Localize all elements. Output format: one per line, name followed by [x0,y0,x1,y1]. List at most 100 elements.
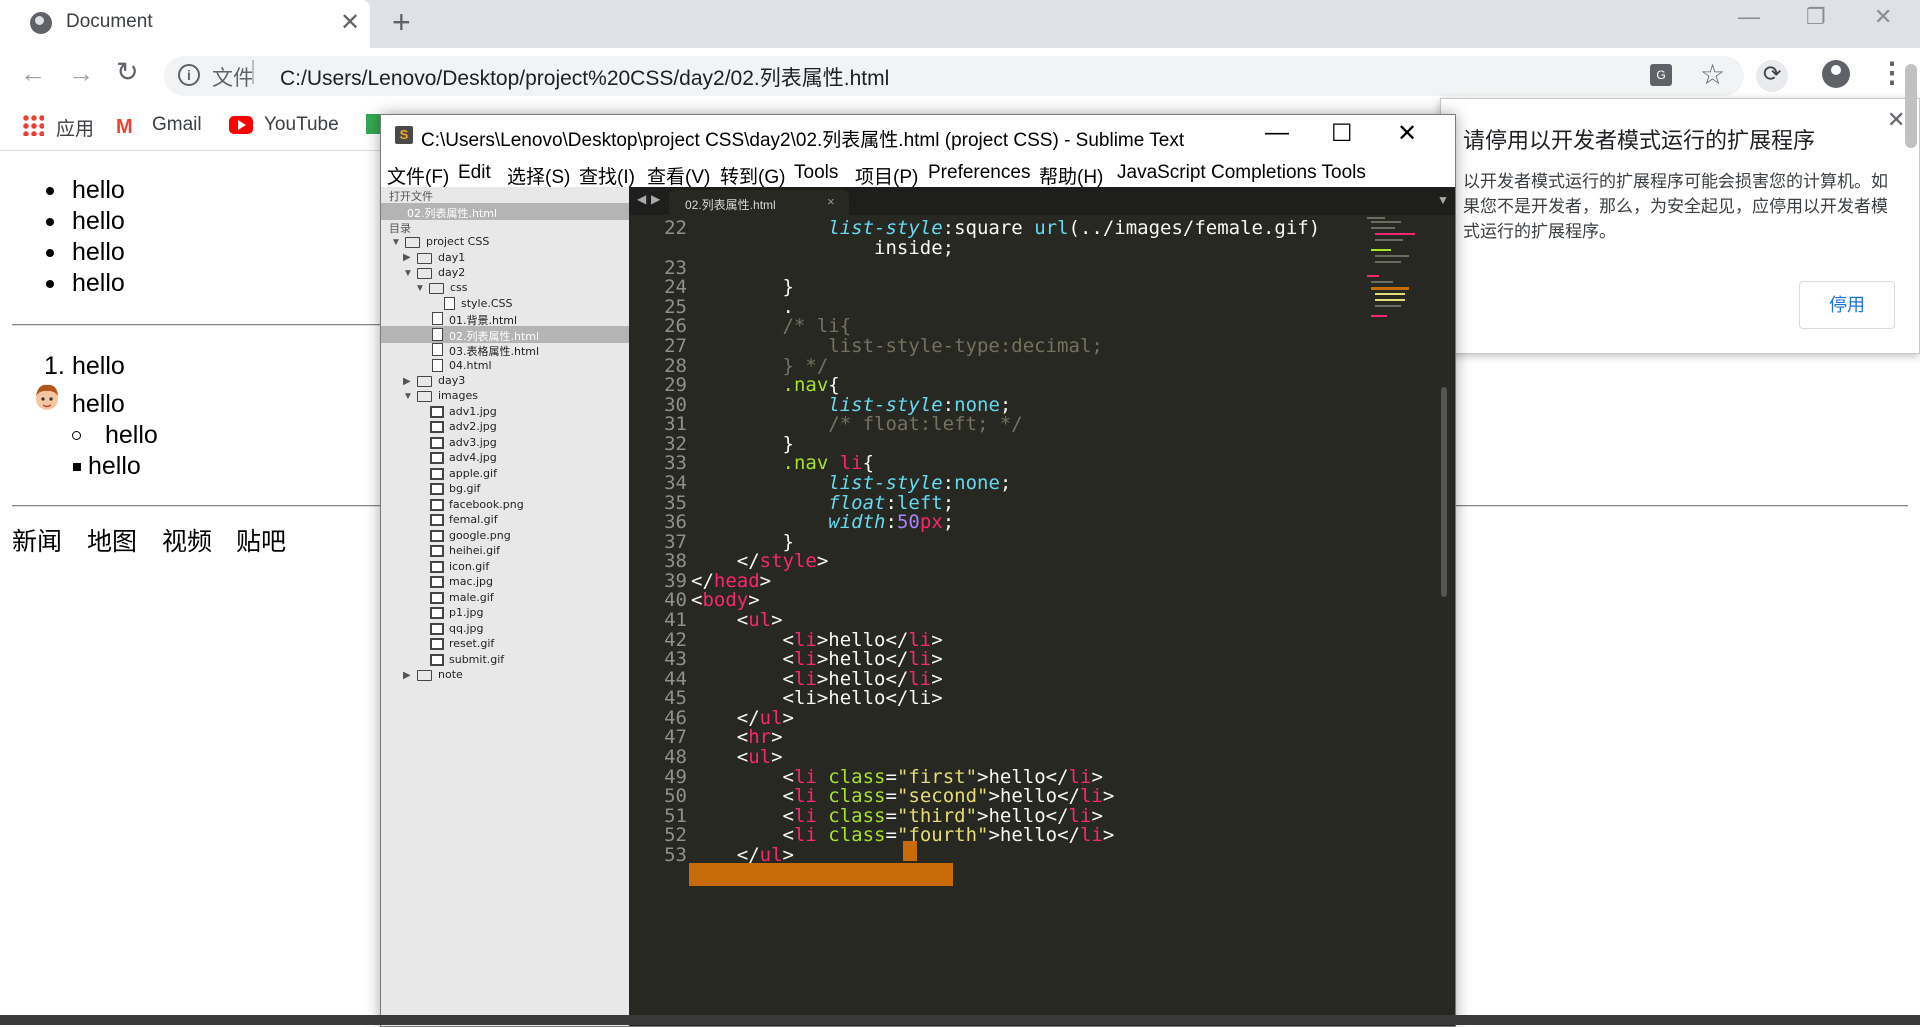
minimize-button[interactable]: — [1738,4,1760,30]
close-window-button[interactable]: ✕ [1874,4,1892,30]
folder-day1[interactable]: day1 [438,251,465,264]
image-file-item[interactable]: submit.gif [449,653,504,666]
menu-goto[interactable]: 转到(G) [720,162,785,189]
menu-find[interactable]: 查找(I) [579,162,635,189]
sublime-window-title: C:\Users\Lenovo\Desktop\project CSS\day2… [421,130,1185,151]
bookmark-apps[interactable]: 应用 [56,114,94,141]
line-number: 34 [664,472,687,494]
expand-right-icon[interactable]: ▶ [403,670,411,681]
editor-scrollbar[interactable] [1441,387,1447,597]
folder-project-css[interactable]: project CSS [426,235,489,248]
folder-images[interactable]: images [438,389,478,402]
image-file-item[interactable]: adv4.jpg [449,451,497,464]
expand-right-icon[interactable]: ▶ [403,376,411,387]
bookmark-gmail[interactable]: Gmail [152,114,202,136]
file-item-selected[interactable]: 02.列表属性.html [449,328,539,344]
url-text[interactable]: C:/Users/Lenovo/Desktop/project%20CSS/da… [280,62,889,92]
tab-nav-right-icon[interactable]: ▶ [651,192,660,206]
extension-icon[interactable] [1756,60,1788,92]
tab-close-icon[interactable]: ✕ [340,8,360,37]
expand-down-icon[interactable]: ▼ [403,391,413,402]
nav-link-map[interactable]: 地图 [87,522,137,558]
folder-day3[interactable]: day3 [438,374,465,387]
file-style-css[interactable]: style.CSS [461,297,513,310]
translate-icon[interactable]: G [1650,64,1672,86]
image-file-item[interactable]: heihei.gif [449,544,500,557]
list-item: hello [72,207,125,235]
tab-nav-left-icon[interactable]: ◀ [637,192,646,206]
menu-project[interactable]: 项目(P) [855,162,918,189]
image-file-item[interactable]: adv3.jpg [449,436,497,449]
minimap[interactable] [1365,215,1431,345]
menu-edit[interactable]: Edit [458,162,491,184]
folder-day2[interactable]: day2 [438,266,465,279]
editor-tab-close-icon[interactable]: × [827,194,835,209]
menu-view[interactable]: 查看(V) [647,162,710,189]
expand-down-icon[interactable]: ▼ [415,283,425,294]
new-tab-button[interactable]: + [392,4,411,41]
sublime-maximize-button[interactable]: ☐ [1331,119,1353,148]
folder-css[interactable]: css [450,281,468,294]
image-file-icon [430,561,444,573]
nav-link-video[interactable]: 视频 [162,522,212,558]
menu-preferences[interactable]: Preferences [928,162,1030,184]
reload-button[interactable]: ↻ [116,57,139,88]
menu-selection[interactable]: 选择(S) [507,162,570,189]
profile-icon[interactable] [1822,60,1850,88]
image-file-item[interactable]: qq.jpg [449,622,483,635]
sublime-close-button[interactable]: ✕ [1397,119,1417,148]
sublime-minimize-button[interactable]: — [1265,119,1289,147]
tab-document[interactable]: Document ✕ [0,0,370,48]
tab-dropdown-icon[interactable]: ▼ [1437,193,1449,207]
folder-note[interactable]: note [438,668,463,681]
file-item[interactable]: 03.表格属性.html [449,343,539,359]
file-icon [432,312,443,325]
info-icon[interactable]: i [178,64,200,86]
bookmark-youtube[interactable]: YouTube [264,114,339,136]
image-file-item[interactable]: bg.gif [449,482,480,495]
page-scrollbar[interactable] [1905,64,1917,148]
globe-icon [30,12,52,34]
divider [252,60,254,84]
image-file-item[interactable]: male.gif [449,591,494,604]
forward-button[interactable]: → [68,58,94,89]
back-button[interactable]: ← [20,58,46,89]
close-icon[interactable]: ✕ [1887,107,1905,133]
image-file-item[interactable]: femal.gif [449,513,498,526]
menu-file[interactable]: 文件(F) [387,162,449,189]
image-file-item[interactable]: adv2.jpg [449,420,497,433]
image-file-item[interactable]: icon.gif [449,560,489,573]
code-editor[interactable]: ◀ ▶ 02.列表属性.html × ▼ 22 23 24 25 26 27 2… [629,187,1455,1026]
restore-button[interactable]: ❐ [1806,4,1826,30]
disable-button[interactable]: 停用 [1799,281,1895,329]
menu-icon[interactable]: ⋮ [1878,56,1906,89]
file-icon [432,359,443,372]
image-file-item[interactable]: mac.jpg [449,575,493,588]
nav-link-tieba[interactable]: 贴吧 [236,522,286,558]
menu-js-completions-tools[interactable]: JavaScript Completions Tools [1117,162,1366,184]
editor-tab[interactable]: 02.列表属性.html × [669,190,849,215]
image-file-icon [430,421,444,433]
sublime-app-icon: S [395,126,413,144]
image-file-item[interactable]: p1.jpg [449,606,484,619]
image-file-item[interactable]: reset.gif [449,637,494,650]
star-icon[interactable]: ☆ [1700,58,1725,91]
expand-right-icon[interactable]: ▶ [403,252,411,263]
image-file-item[interactable]: facebook.png [449,498,524,511]
menu-tools[interactable]: Tools [794,162,838,184]
menu-help[interactable]: 帮助(H) [1039,162,1103,189]
image-file-item[interactable]: apple.gif [449,467,497,480]
nav-link-news[interactable]: 新闻 [12,522,62,558]
open-file-item[interactable]: 02.列表属性.html [407,205,497,221]
image-file-icon [430,452,444,464]
expand-down-icon[interactable]: ▼ [403,268,413,279]
expand-down-icon[interactable]: ▼ [391,237,401,248]
image-file-item[interactable]: adv1.jpg [449,405,497,418]
apps-icon[interactable] [22,114,44,136]
gmail-icon[interactable]: M [116,116,133,139]
popup-title: 请停用以开发者模式运行的扩展程序 [1463,128,1816,153]
file-item[interactable]: 04.html [449,359,492,372]
image-file-item[interactable]: google.png [449,529,511,542]
youtube-icon[interactable] [229,116,253,134]
list-marker: 1. [44,352,65,380]
